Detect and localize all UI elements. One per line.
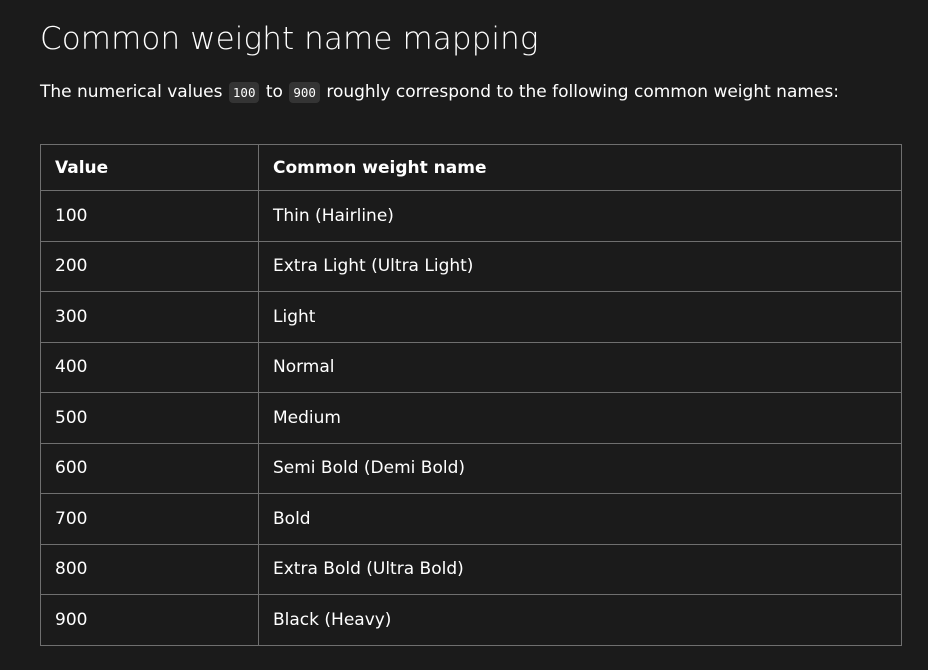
table-row: 400 Normal bbox=[40, 341, 902, 393]
table-row: 900 Black (Heavy) bbox=[40, 594, 902, 646]
cell-weight-name: Light bbox=[258, 291, 902, 343]
cell-value: 300 bbox=[40, 291, 259, 343]
header-common-weight-name: Common weight name bbox=[258, 144, 902, 191]
table-row: 500 Medium bbox=[40, 392, 902, 444]
cell-weight-name: Medium bbox=[258, 392, 902, 444]
table-row: 700 Bold bbox=[40, 493, 902, 545]
cell-value: 900 bbox=[40, 594, 259, 646]
intro-text-middle: to bbox=[260, 82, 289, 102]
table-row: 300 Light bbox=[40, 291, 902, 343]
cell-value: 400 bbox=[40, 341, 259, 393]
cell-value: 100 bbox=[40, 190, 259, 242]
cell-value: 700 bbox=[40, 493, 259, 545]
cell-weight-name: Thin (Hairline) bbox=[258, 190, 902, 242]
cell-value: 500 bbox=[40, 392, 259, 444]
code-100: 100 bbox=[228, 82, 260, 103]
section-heading: Common weight name mapping bbox=[40, 21, 539, 57]
table-row: 200 Extra Light (Ultra Light) bbox=[40, 240, 902, 292]
weight-mapping-table: Value Common weight name 100 Thin (Hairl… bbox=[40, 144, 902, 646]
table-row: 100 Thin (Hairline) bbox=[40, 190, 902, 242]
cell-weight-name: Semi Bold (Demi Bold) bbox=[258, 442, 902, 494]
intro-text-after: roughly correspond to the following comm… bbox=[320, 82, 839, 102]
cell-value: 200 bbox=[40, 240, 259, 292]
cell-weight-name: Bold bbox=[258, 493, 902, 545]
page: Common weight name mapping The numerical… bbox=[0, 0, 928, 670]
code-900: 900 bbox=[289, 82, 320, 103]
cell-value: 600 bbox=[40, 442, 259, 494]
intro-paragraph: The numerical values 100 to 900 roughly … bbox=[40, 79, 839, 106]
table-header-row: Value Common weight name bbox=[40, 144, 902, 191]
intro-text-before: The numerical values bbox=[40, 82, 228, 102]
table-row: 600 Semi Bold (Demi Bold) bbox=[40, 442, 902, 494]
cell-weight-name: Normal bbox=[258, 341, 902, 393]
table-row: 800 Extra Bold (Ultra Bold) bbox=[40, 543, 902, 595]
cell-weight-name: Extra Bold (Ultra Bold) bbox=[258, 543, 902, 595]
cell-weight-name: Extra Light (Ultra Light) bbox=[258, 240, 902, 292]
cell-value: 800 bbox=[40, 543, 259, 595]
header-value: Value bbox=[40, 144, 259, 191]
cell-weight-name: Black (Heavy) bbox=[258, 594, 902, 646]
